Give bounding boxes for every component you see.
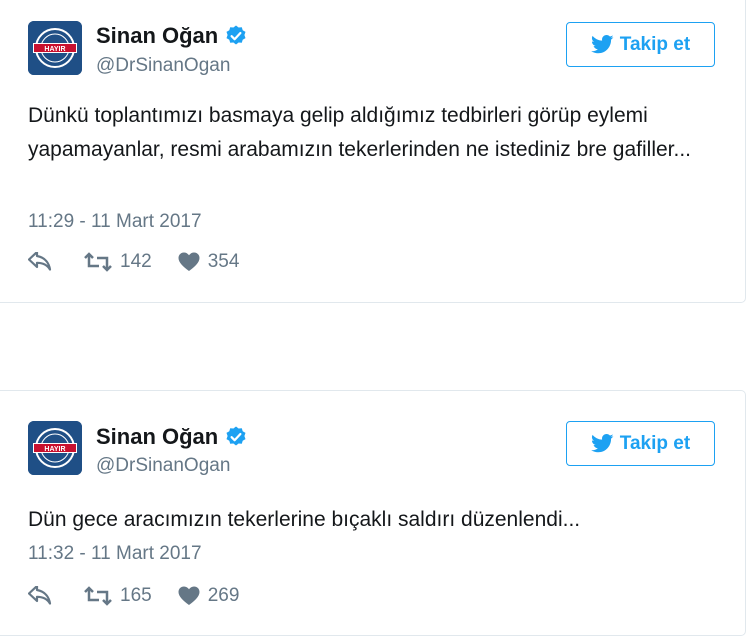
tweet-timestamp[interactable]: 11:29 - 11 Mart 2017	[28, 211, 202, 233]
author-name-row: Sinan Oğan	[96, 23, 248, 49]
tweet-actions: 142 354	[28, 251, 265, 273]
avatar[interactable]: HAYIR	[28, 21, 82, 75]
retweet-icon	[84, 252, 112, 272]
retweet-button[interactable]: 142	[84, 251, 152, 273]
follow-button[interactable]: Takip et	[566, 22, 715, 67]
display-name[interactable]: Sinan Oğan	[96, 424, 218, 450]
tweet-text: Dün gece aracımızın tekerlerine bıçaklı …	[28, 508, 581, 531]
author-name-row: Sinan Oğan	[96, 424, 248, 450]
tweet-card: HAYIR Sinan Oğan @DrSinanOgan Takip et D…	[0, 0, 746, 303]
verified-badge-icon	[224, 24, 248, 48]
follow-button[interactable]: Takip et	[566, 421, 715, 466]
follow-button-label: Takip et	[619, 432, 691, 454]
like-count: 269	[207, 585, 240, 606]
reply-icon[interactable]	[28, 252, 52, 272]
twitter-bird-icon	[590, 434, 614, 453]
reply-icon[interactable]	[28, 586, 52, 606]
user-handle[interactable]: @DrSinanOgan	[96, 455, 230, 477]
avatar[interactable]: HAYIR	[28, 421, 82, 475]
tweet-actions: 165 269	[28, 585, 265, 607]
tweet-card: HAYIR Sinan Oğan @DrSinanOgan Takip et D…	[0, 390, 746, 636]
retweet-count: 142	[120, 251, 152, 272]
heart-icon	[178, 586, 200, 605]
avatar-label: HAYIR	[44, 46, 65, 53]
retweet-count: 165	[120, 585, 152, 606]
follow-button-label: Takip et	[619, 33, 691, 55]
avatar-label: HAYIR	[44, 446, 65, 453]
like-button[interactable]: 354	[178, 251, 240, 273]
tweet-text: Dünkü toplantımızı basmaya gelip aldığım…	[28, 104, 691, 161]
user-handle[interactable]: @DrSinanOgan	[96, 55, 230, 77]
retweet-icon	[84, 586, 112, 606]
verified-badge-icon	[224, 425, 248, 449]
tweet-timestamp[interactable]: 11:32 - 11 Mart 2017	[28, 543, 202, 565]
retweet-button[interactable]: 165	[84, 585, 152, 607]
like-button[interactable]: 269	[178, 585, 240, 607]
twitter-bird-icon	[590, 35, 614, 54]
like-count: 354	[207, 251, 240, 272]
heart-icon	[178, 252, 200, 271]
display-name[interactable]: Sinan Oğan	[96, 23, 218, 49]
